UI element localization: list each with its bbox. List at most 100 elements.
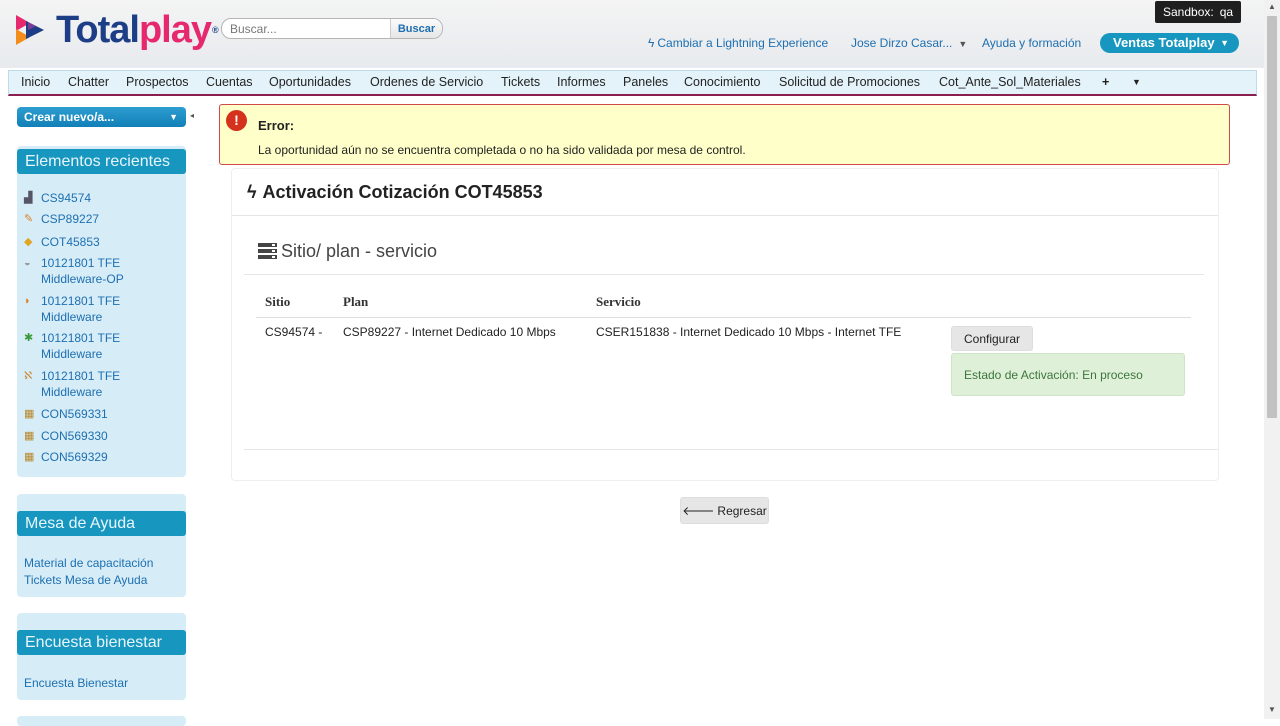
recent-item[interactable]: ▦ CON569330 <box>24 428 151 444</box>
more-tabs-chevron-icon[interactable]: ▼ <box>1132 77 1141 87</box>
recent-item[interactable]: ▟ CS94574 <box>24 190 151 206</box>
tab-prospectos[interactable]: Prospectos <box>126 75 189 89</box>
tab-ordenes-servicio[interactable]: Ordenes de Servicio <box>370 75 483 89</box>
disc-icon: ◒ <box>24 257 31 269</box>
app-switcher[interactable]: Ventas Totalplay ▼ <box>1100 33 1239 53</box>
recent-item[interactable]: ✎ CSP89227 <box>24 211 151 227</box>
contract-icon: ▦ <box>24 451 35 463</box>
recent-item-label: CON569331 <box>41 407 108 421</box>
pencil-icon: ✎ <box>24 213 34 225</box>
cell-plan: CSP89227 - Internet Dedicado 10 Mbps <box>343 325 556 339</box>
scroll-down-arrow-icon[interactable]: ▼ <box>1264 705 1280 717</box>
recent-item-label: CON569330 <box>41 429 108 443</box>
create-new-button[interactable]: Crear nuevo/a... ▼ <box>17 107 186 127</box>
tab-informes[interactable]: Informes <box>557 75 606 89</box>
shield-icon: ◗ <box>24 295 31 307</box>
tab-solicitud-promociones[interactable]: Solicitud de Promociones <box>779 75 920 89</box>
tab-cot-ante-sol-materiales[interactable]: Cot_Ante_Sol_Materiales <box>939 75 1081 89</box>
divider <box>232 215 1218 216</box>
tab-chatter[interactable]: Chatter <box>68 75 109 89</box>
recent-item-label: CON569329 <box>41 450 108 464</box>
lightning-link-label: Cambiar a Lightning Experience <box>657 36 829 50</box>
help-desk-tickets-link[interactable]: Tickets Mesa de Ayuda <box>24 573 147 587</box>
cell-servicio: CSER151838 - Internet Dedicado 10 Mbps -… <box>596 325 902 339</box>
recent-item-label: COT45853 <box>41 235 100 249</box>
totalplay-logo[interactable]: Totalplay® <box>14 9 219 51</box>
bolt-icon: ϟ <box>247 182 257 202</box>
search-box: Buscar <box>221 18 443 39</box>
sandbox-value: qa <box>1219 5 1234 19</box>
activation-status-badge: Estado de Activación: En proceso <box>951 353 1185 396</box>
recent-item-label: CS94574 <box>41 191 92 205</box>
card-icon: ℵ <box>24 370 33 382</box>
scroll-up-arrow-icon[interactable]: ▲ <box>1264 2 1280 14</box>
back-button-label: Regresar <box>717 504 767 518</box>
sandbox-badge: Sandbox: qa <box>1155 1 1242 23</box>
star-icon: ✱ <box>24 332 34 344</box>
tab-cuentas[interactable]: Cuentas <box>206 75 253 89</box>
recent-item[interactable]: ℵ 10121801 TFE Middleware <box>24 368 151 400</box>
logo-wordmark: Totalplay® <box>56 9 219 51</box>
create-new-label: Crear nuevo/a... <box>24 110 115 124</box>
page-title-text: Activación Cotización COT45853 <box>262 182 543 202</box>
search-input[interactable] <box>222 19 392 38</box>
section-title-text: Sitio/ plan - servicio <box>281 241 438 261</box>
lightning-icon: ϟ <box>648 36 655 50</box>
error-title: Error: <box>258 118 295 133</box>
scrollbar[interactable]: ▲ ▼ <box>1264 0 1280 719</box>
server-icon <box>258 243 277 259</box>
help-desk-title: Mesa de Ayuda <box>17 511 186 536</box>
app-switcher-label: Ventas Totalplay <box>1113 35 1215 50</box>
recent-items-title: Elementos recientes <box>17 149 186 174</box>
error-message: La oportunidad aún no se encuentra compl… <box>258 143 746 157</box>
recent-item-label: 10121801 TFE Middleware-OP <box>41 256 124 286</box>
chevron-down-icon: ▼ <box>1220 38 1229 48</box>
column-header-sitio: Sitio <box>265 294 291 309</box>
back-button[interactable]: 🡐 Regresar <box>680 497 769 524</box>
help-link[interactable]: Ayuda y formación <box>982 36 1081 50</box>
recent-item[interactable]: ◆ COT45853 <box>24 234 151 250</box>
scrollbar-thumb[interactable] <box>1267 16 1277 418</box>
recent-item-label: CSP89227 <box>41 212 100 226</box>
section-title: Sitio/ plan - servicio <box>258 241 437 262</box>
box-icon: ◆ <box>24 236 33 248</box>
contract-icon: ▦ <box>24 408 35 420</box>
contract-icon: ▦ <box>24 430 35 442</box>
error-icon: ! <box>226 110 247 131</box>
recent-item[interactable]: ✱ 10121801 TFE Middleware <box>24 330 151 362</box>
user-menu[interactable]: Jose Dirzo Casar... ▼ <box>851 36 967 50</box>
lightning-link[interactable]: ϟ Cambiar a Lightning Experience <box>648 36 828 50</box>
tab-oportunidades[interactable]: Oportunidades <box>269 75 351 89</box>
tab-inicio[interactable]: Inicio <box>21 75 50 89</box>
survey-link[interactable]: Encuesta Bienestar <box>24 676 128 690</box>
sandbox-label: Sandbox: <box>1163 5 1214 19</box>
header-bar: Totalplay® Buscar Sandbox: qa ϟCambiar a … <box>0 0 1264 68</box>
survey-title: Encuesta bienestar <box>17 630 186 655</box>
search-button[interactable]: Buscar <box>390 19 442 38</box>
arrow-left-icon: 🡐 <box>682 504 715 518</box>
recent-item[interactable]: ◗ 10121801 TFE Middleware <box>24 293 151 325</box>
recent-item[interactable]: ▦ CON569331 <box>24 406 151 422</box>
logo-arrows-icon <box>16 15 44 45</box>
add-tab-icon[interactable]: + <box>1102 75 1109 89</box>
divider <box>244 274 1204 275</box>
tab-bar: Inicio Chatter Prospectos Cuentas Oportu… <box>8 70 1257 96</box>
page-title: ϟ Activación Cotización COT45853 <box>247 182 543 203</box>
configure-button[interactable]: Configurar <box>951 326 1033 351</box>
column-header-plan: Plan <box>343 294 369 309</box>
sidebar-panel-cut <box>17 716 186 726</box>
tab-paneles[interactable]: Paneles <box>623 75 668 89</box>
site-icon: ▟ <box>24 192 33 204</box>
chevron-down-icon: ▼ <box>169 112 178 122</box>
recent-item-label: 10121801 TFE Middleware <box>41 294 121 324</box>
recent-item[interactable]: ◒ 10121801 TFE Middleware-OP <box>24 255 151 287</box>
tab-tickets[interactable]: Tickets <box>501 75 540 89</box>
tab-conocimiento[interactable]: Conocimiento <box>684 75 760 89</box>
collapse-sidebar-icon[interactable]: ◂ <box>190 111 194 120</box>
training-material-link[interactable]: Material de capacitación <box>24 556 153 570</box>
table-header-divider <box>256 317 1191 318</box>
cell-sitio: CS94574 - <box>265 325 323 339</box>
recent-item[interactable]: ▦ CON569329 <box>24 449 151 465</box>
recent-item-label: 10121801 TFE Middleware <box>41 331 121 361</box>
user-menu-label: Jose Dirzo Casar... <box>851 36 953 50</box>
